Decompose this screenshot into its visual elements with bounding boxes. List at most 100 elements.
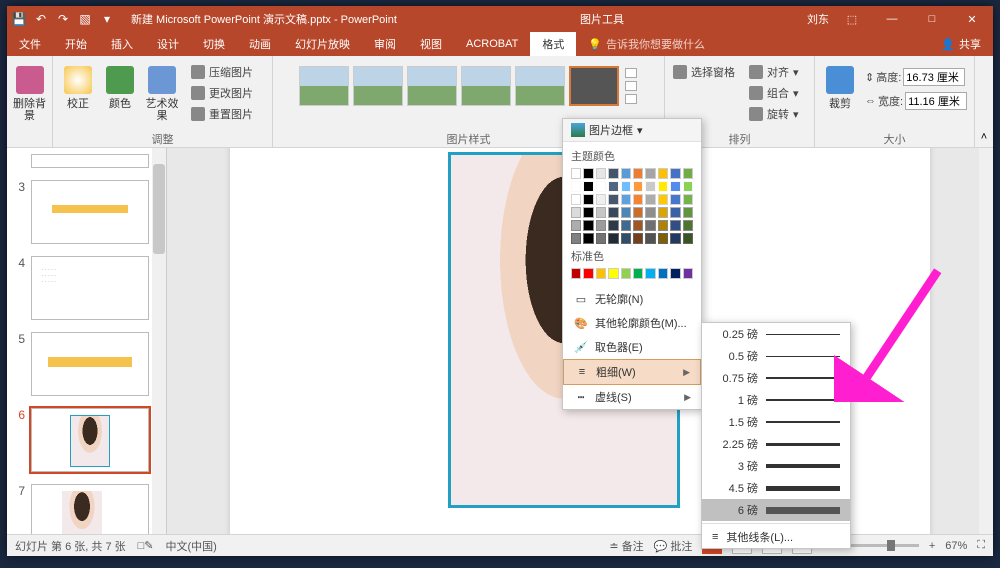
color-swatch[interactable] [583,207,593,218]
color-swatch[interactable] [658,268,668,279]
color-swatch[interactable] [683,168,693,179]
fit-to-window-button[interactable]: ⛶ [977,539,985,552]
color-swatch[interactable] [596,207,606,218]
color-swatch[interactable] [608,268,618,279]
color-swatch[interactable] [645,220,655,231]
slide-indicator[interactable]: 幻灯片 第 6 张, 共 7 张 [15,538,126,554]
tab-file[interactable]: 文件 [7,32,53,56]
more-lines-item[interactable]: ≡其他线条(L)... [702,526,850,548]
slide-thumb[interactable]: · · · · ·· · · · ·· · · · · [31,256,149,320]
color-swatch[interactable] [571,268,581,279]
tab-transitions[interactable]: 切换 [191,32,237,56]
more-outline-colors-item[interactable]: 🎨其他轮廓颜色(M)... [563,311,701,335]
color-swatch[interactable] [571,220,581,231]
selection-pane-button[interactable]: 选择窗格 [669,62,739,82]
color-swatch[interactable] [571,207,581,218]
align-button[interactable]: 对齐 ▾ [745,62,803,82]
minimize-button[interactable]: — [875,6,909,32]
color-swatch[interactable] [683,233,693,244]
color-swatch[interactable] [571,168,581,179]
color-swatch[interactable] [621,233,631,244]
color-swatch[interactable] [670,194,680,205]
color-swatch[interactable] [658,233,668,244]
slides-scrollbar[interactable] [152,148,166,534]
crop-button[interactable]: 裁剪 [819,62,861,126]
ribbon-display-options-icon[interactable]: ⬚ [835,6,869,32]
color-swatch[interactable] [683,220,693,231]
color-swatch[interactable] [658,181,668,192]
color-swatch[interactable] [571,194,581,205]
gallery-more-button[interactable] [625,66,639,106]
comments-button[interactable]: 💬 批注 [654,538,693,554]
color-swatch[interactable] [670,181,680,192]
color-swatch[interactable] [621,168,631,179]
weight-option[interactable]: 0.5 磅 [702,345,850,367]
style-thumb[interactable] [299,66,349,106]
tab-acrobat[interactable]: ACROBAT [454,32,530,56]
color-swatch[interactable] [571,233,581,244]
color-swatch[interactable] [683,268,693,279]
style-thumb[interactable] [407,66,457,106]
color-swatch[interactable] [571,181,581,192]
color-swatch[interactable] [670,168,680,179]
artistic-effects-button[interactable]: 艺术效果 [141,62,183,126]
tab-slideshow[interactable]: 幻灯片放映 [283,32,362,56]
share-button[interactable]: 👤 共享 [929,32,993,56]
group-button[interactable]: 组合 ▾ [745,83,803,103]
redo-icon[interactable]: ↷ [55,11,71,27]
color-swatch[interactable] [608,194,618,205]
weight-option[interactable]: 2.25 磅 [702,433,850,455]
collapse-ribbon-icon[interactable]: ˄ [981,131,987,143]
slide-thumb[interactable] [31,180,149,244]
color-swatch[interactable] [645,233,655,244]
zoom-level[interactable]: 67% [945,540,967,552]
color-swatch[interactable] [608,220,618,231]
tab-animations[interactable]: 动画 [237,32,283,56]
rotate-button[interactable]: 旋转 ▾ [745,104,803,124]
color-swatch[interactable] [645,168,655,179]
color-swatch[interactable] [658,168,668,179]
color-swatch[interactable] [583,168,593,179]
color-swatch[interactable] [583,220,593,231]
tab-review[interactable]: 审阅 [362,32,408,56]
color-swatch[interactable] [683,207,693,218]
color-swatch[interactable] [583,233,593,244]
weight-submenu-item[interactable]: ≡粗细(W)▶ [563,359,701,385]
color-swatch[interactable] [583,268,593,279]
color-swatch[interactable] [633,194,643,205]
color-swatch[interactable] [596,181,606,192]
tab-view[interactable]: 视图 [408,32,454,56]
color-swatch[interactable] [658,207,668,218]
tab-home[interactable]: 开始 [53,32,99,56]
color-swatch[interactable] [658,220,668,231]
weight-option[interactable]: 1 磅 [702,389,850,411]
qat-more-icon[interactable]: ▾ [99,11,115,27]
color-swatch[interactable] [621,194,631,205]
spellcheck-icon[interactable]: □✎ [138,539,154,552]
undo-icon[interactable]: ↶ [33,11,49,27]
color-swatch[interactable] [683,181,693,192]
color-swatch[interactable] [658,194,668,205]
weight-option[interactable]: 4.5 磅 [702,477,850,499]
slide-thumb[interactable] [31,332,149,396]
color-swatch[interactable] [633,168,643,179]
height-input[interactable] [903,68,965,86]
tab-insert[interactable]: 插入 [99,32,145,56]
dashes-submenu-item[interactable]: ┅虚线(S)▶ [563,385,701,409]
tab-format[interactable]: 格式 [530,32,576,56]
color-swatch[interactable] [645,194,655,205]
tab-design[interactable]: 设计 [145,32,191,56]
color-swatch[interactable] [621,220,631,231]
editor-scrollbar[interactable] [979,148,993,534]
color-swatch[interactable] [670,268,680,279]
weight-option[interactable]: 6 磅 [702,499,850,521]
color-swatch[interactable] [670,207,680,218]
width-input[interactable] [905,92,967,110]
picture-border-header[interactable]: 图片边框 ▾ [563,119,701,142]
slide-thumb[interactable] [31,484,149,534]
start-from-beginning-icon[interactable]: ▧ [77,11,93,27]
color-swatch[interactable] [596,168,606,179]
style-thumb-selected[interactable] [569,66,619,106]
slide-thumb-partial[interactable] [31,154,149,168]
color-swatch[interactable] [633,207,643,218]
